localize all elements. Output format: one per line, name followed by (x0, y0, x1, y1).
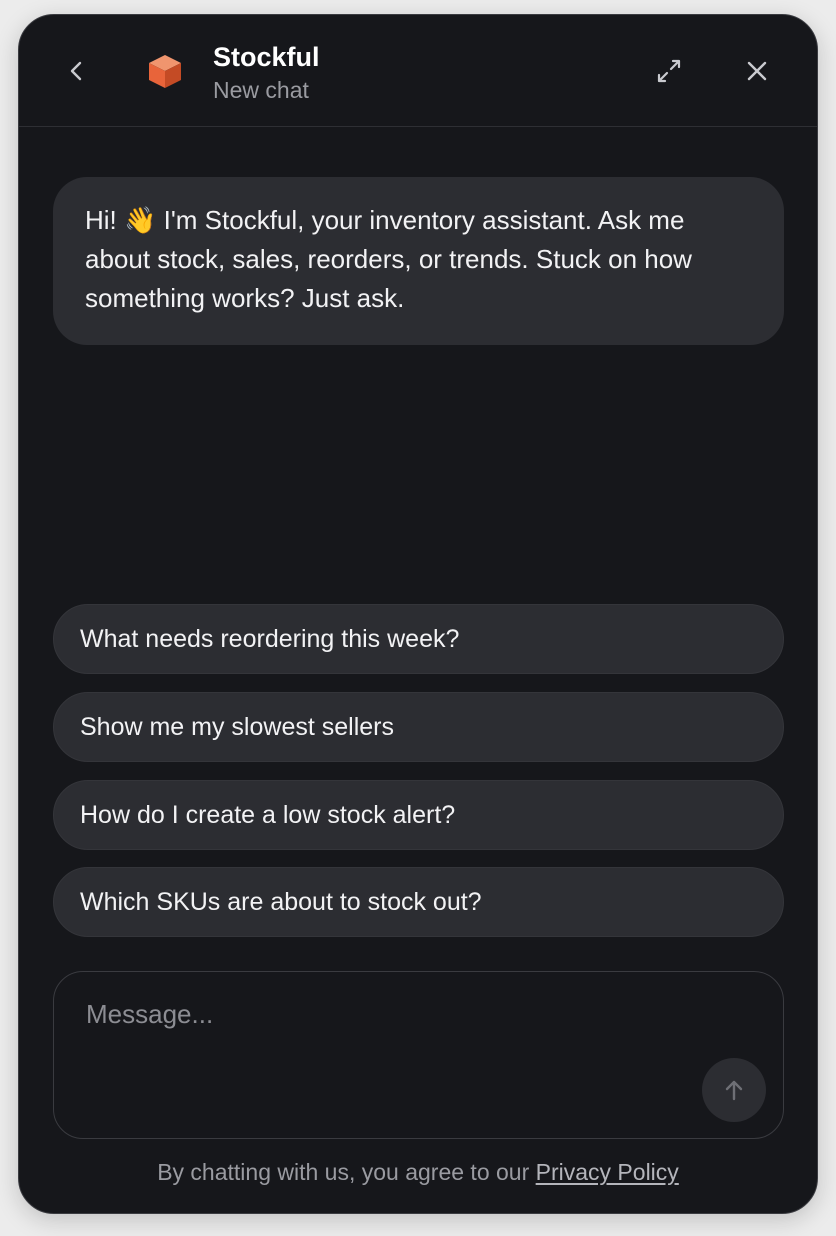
message-composer (53, 971, 784, 1139)
privacy-notice: By chatting with us, you agree to our Pr… (19, 1157, 817, 1187)
send-button[interactable] (702, 1058, 766, 1122)
chevron-left-icon (70, 61, 82, 81)
assistant-message: Hi! 👋 I'm Stockful, your inventory assis… (53, 177, 784, 345)
message-input[interactable] (86, 998, 686, 1078)
back-button[interactable] (57, 51, 97, 91)
arrow-up-icon (725, 1080, 743, 1101)
waving-hand-emoji: 👋 (124, 205, 157, 235)
cube-icon (149, 55, 181, 88)
chat-header: Stockful New chat (19, 15, 817, 127)
close-icon (747, 61, 767, 81)
suggestion-chip[interactable]: Which SKUs are about to stock out? (53, 867, 784, 937)
suggestion-chip[interactable]: Show me my slowest sellers (53, 692, 784, 762)
chat-widget: Stockful New chat Hi! 👋 I'm Stockful, yo… (18, 14, 818, 1214)
suggestion-chip[interactable]: How do I create a low stock alert? (53, 780, 784, 850)
suggestion-chip[interactable]: What needs reordering this week? (53, 604, 784, 674)
expand-button[interactable] (649, 51, 689, 91)
greeting-text-rest: I'm Stockful, your inventory assistant. … (85, 205, 692, 313)
privacy-policy-link[interactable]: Privacy Policy (536, 1159, 679, 1185)
chat-title: Stockful (213, 42, 320, 72)
greeting-text-start: Hi! (85, 205, 124, 235)
privacy-notice-text: By chatting with us, you agree to our (157, 1159, 536, 1185)
close-button[interactable] (737, 51, 777, 91)
expand-icon (657, 59, 681, 83)
chat-subtitle: New chat (213, 77, 309, 103)
